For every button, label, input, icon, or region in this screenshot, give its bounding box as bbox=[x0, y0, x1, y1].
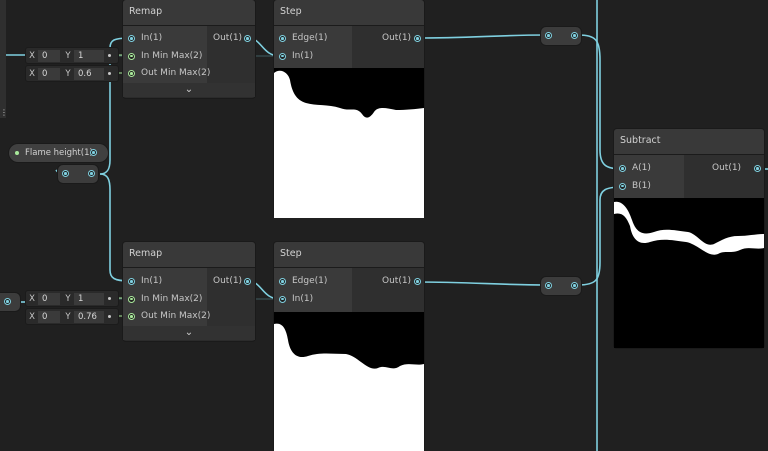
port-label-out: Out(1) bbox=[382, 276, 412, 286]
y-label: Y bbox=[65, 50, 71, 61]
port-in-icon[interactable] bbox=[279, 52, 286, 60]
port-edge-icon[interactable] bbox=[279, 35, 286, 42]
x-label: X bbox=[29, 50, 35, 61]
remap-node-bottom[interactable]: Remap In(1) In Min Max(2) Out Min Max(2) bbox=[123, 242, 255, 341]
reroute-out-icon[interactable] bbox=[88, 170, 95, 177]
x-input[interactable]: 0 bbox=[38, 310, 60, 323]
port-label-in: In(1) bbox=[292, 50, 314, 61]
y-input[interactable]: 0.76 bbox=[74, 310, 104, 323]
node-title: Step bbox=[274, 242, 424, 268]
node-preview-image bbox=[274, 68, 424, 218]
port-label-in: In(1) bbox=[292, 293, 314, 304]
port-label-out: Out(1) bbox=[382, 33, 412, 43]
connector-dot-icon bbox=[108, 54, 111, 57]
vector2-field-out-min-max-top[interactable]: X 0 Y 0.6 bbox=[26, 66, 118, 81]
node-title: Step bbox=[274, 0, 424, 26]
port-min-max-icon[interactable] bbox=[128, 295, 135, 303]
vector2-field-out-min-max-bottom[interactable]: X 0 Y 0.76 bbox=[26, 309, 118, 324]
shader-graph-canvas[interactable]: ⋮ Remap In(1) In Min Max(2) Out Min Max(… bbox=[0, 0, 768, 451]
connector-dot-icon bbox=[108, 297, 111, 300]
y-input[interactable]: 1 bbox=[74, 49, 104, 62]
vector2-field-in-min-max-top[interactable]: X 0 Y 1 bbox=[26, 48, 118, 63]
property-icon bbox=[15, 151, 19, 155]
y-label: Y bbox=[65, 311, 71, 322]
property-label: Flame height(1) bbox=[25, 148, 93, 158]
x-label: X bbox=[29, 68, 35, 79]
port-out-icon[interactable] bbox=[244, 278, 251, 285]
node-title: Remap bbox=[123, 0, 255, 26]
port-out-icon[interactable] bbox=[414, 278, 421, 285]
subtract-node[interactable]: Subtract A(1) B(1) Out(1) bbox=[614, 129, 764, 348]
reroute-in-icon[interactable] bbox=[545, 282, 552, 289]
port-out-icon[interactable] bbox=[90, 149, 97, 156]
port-min-max-icon[interactable] bbox=[128, 52, 135, 60]
port-label-out-min-max: Out Min Max(2) bbox=[141, 68, 211, 78]
port-out-icon[interactable] bbox=[754, 165, 761, 172]
port-label-out: Out(1) bbox=[213, 276, 243, 286]
step-node-bottom[interactable]: Step Edge(1) In(1) Out(1) bbox=[274, 242, 424, 451]
node-preview-image bbox=[614, 198, 764, 348]
reroute-in-icon[interactable] bbox=[62, 170, 69, 177]
port-b-icon[interactable] bbox=[619, 182, 626, 190]
port-label-edge: Edge(1) bbox=[292, 33, 328, 43]
flame-height-property-node[interactable]: Flame height(1) bbox=[9, 144, 108, 162]
connector-dot-icon bbox=[108, 72, 111, 75]
port-label-in: In(1) bbox=[141, 33, 163, 43]
node-title: Subtract bbox=[614, 129, 764, 155]
y-label: Y bbox=[65, 293, 71, 304]
reroute-out-icon[interactable] bbox=[571, 282, 578, 289]
reroute-out-icon[interactable] bbox=[4, 298, 11, 305]
port-in-icon[interactable] bbox=[128, 35, 135, 42]
collapsed-node-edge: ⋮ bbox=[0, 0, 8, 118]
x-input[interactable]: 0 bbox=[38, 292, 60, 305]
chevron-down-icon[interactable]: ⌄ bbox=[123, 326, 255, 340]
reroute-node-bottom-left[interactable] bbox=[0, 293, 20, 311]
port-label-edge: Edge(1) bbox=[292, 276, 328, 286]
y-input[interactable]: 0.6 bbox=[74, 67, 104, 80]
vector2-field-in-min-max-bottom[interactable]: X 0 Y 1 bbox=[26, 291, 118, 306]
port-label-b: B(1) bbox=[632, 180, 651, 191]
port-out-icon[interactable] bbox=[244, 35, 251, 42]
more-icon[interactable]: ⋮ bbox=[0, 108, 8, 117]
y-input[interactable]: 1 bbox=[74, 292, 104, 305]
port-a-icon[interactable] bbox=[619, 165, 626, 172]
y-label: Y bbox=[65, 68, 71, 79]
node-title: Remap bbox=[123, 242, 255, 268]
port-label-min-max: In Min Max(2) bbox=[141, 50, 203, 61]
reroute-out-icon[interactable] bbox=[571, 32, 578, 39]
port-in-icon[interactable] bbox=[279, 295, 286, 303]
port-label-out: Out(1) bbox=[712, 163, 742, 173]
port-out-min-max-icon[interactable] bbox=[128, 70, 135, 77]
reroute-node-left[interactable] bbox=[58, 165, 98, 183]
reroute-node-bottom-right[interactable] bbox=[541, 277, 581, 295]
node-preview-image bbox=[274, 312, 424, 451]
remap-node-top[interactable]: Remap In(1) In Min Max(2) Out Min Max(2) bbox=[123, 0, 255, 98]
port-label-a: A(1) bbox=[632, 163, 651, 173]
port-out-min-max-icon[interactable] bbox=[128, 313, 135, 320]
port-in-icon[interactable] bbox=[128, 278, 135, 285]
port-label-in: In(1) bbox=[141, 276, 163, 286]
step-node-top[interactable]: Step Edge(1) In(1) Out(1) bbox=[274, 0, 424, 218]
port-label-out-min-max: Out Min Max(2) bbox=[141, 311, 211, 321]
x-label: X bbox=[29, 311, 35, 322]
x-input[interactable]: 0 bbox=[38, 67, 60, 80]
reroute-node-top-right[interactable] bbox=[541, 27, 581, 45]
port-label-out: Out(1) bbox=[213, 33, 243, 43]
reroute-in-icon[interactable] bbox=[545, 32, 552, 39]
x-input[interactable]: 0 bbox=[38, 49, 60, 62]
port-out-icon[interactable] bbox=[414, 35, 421, 42]
port-edge-icon[interactable] bbox=[279, 278, 286, 285]
port-label-min-max: In Min Max(2) bbox=[141, 293, 203, 304]
connector-dot-icon bbox=[108, 315, 111, 318]
x-label: X bbox=[29, 293, 35, 304]
chevron-down-icon[interactable]: ⌄ bbox=[123, 83, 255, 97]
